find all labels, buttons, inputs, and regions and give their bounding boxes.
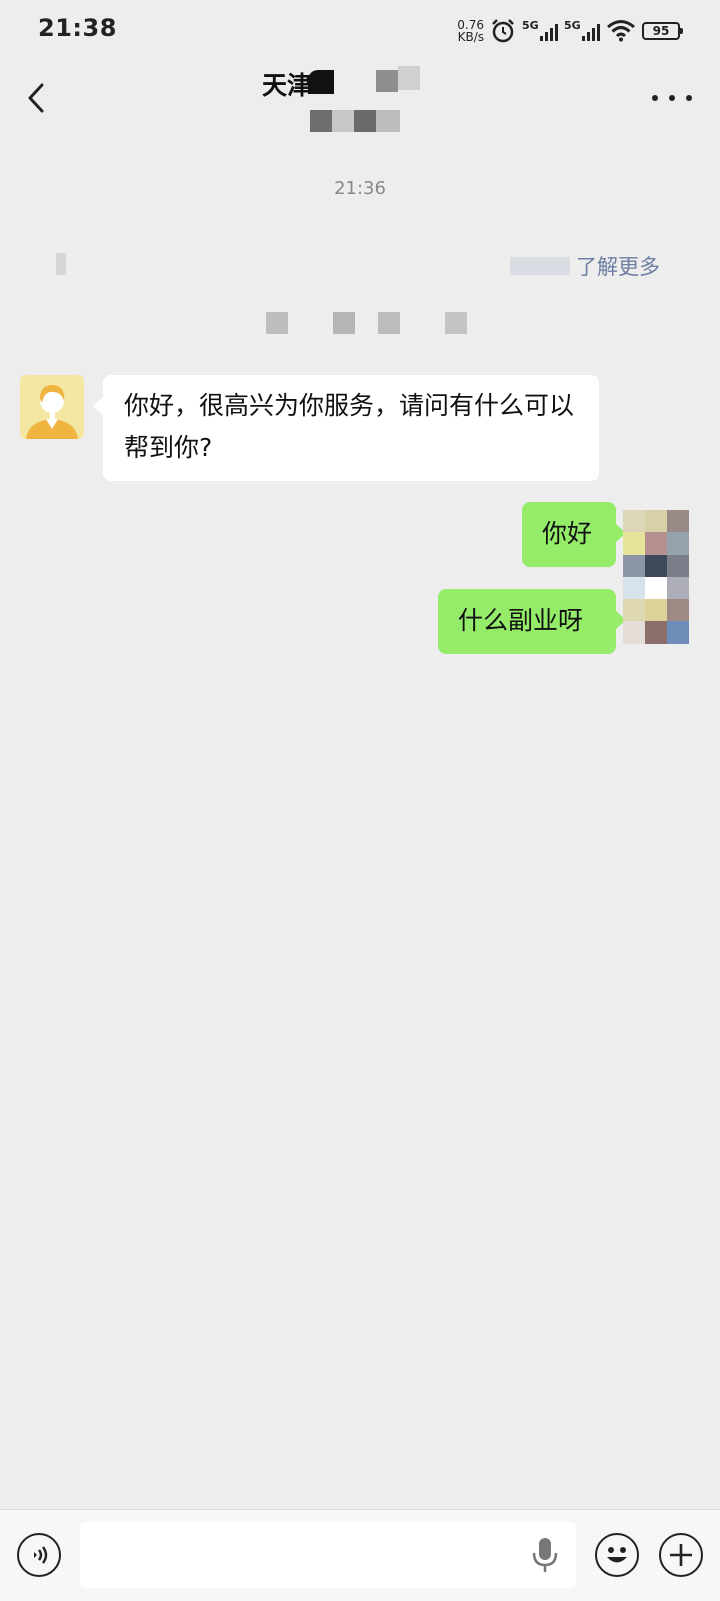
voice-button[interactable] — [17, 1533, 61, 1577]
status-time: 21:38 — [38, 14, 117, 42]
signal-label: 5G — [564, 19, 581, 32]
back-button[interactable] — [18, 78, 58, 118]
battery-icon: 95 — [642, 22, 683, 40]
more-actions-button[interactable] — [659, 1533, 703, 1577]
more-icon — [652, 95, 658, 101]
message-text: 什么副业呀 — [458, 606, 584, 635]
voice-icon — [34, 1546, 48, 1564]
redacted-subtitle-block — [310, 110, 332, 132]
battery-level: 95 — [652, 24, 670, 38]
network-speed-unit: KB/s — [457, 30, 484, 44]
incoming-message-bubble[interactable]: 你好，很高兴为你服务，请问有什么可以帮到你? — [93, 375, 599, 481]
chat-header: 天津 — [0, 62, 720, 140]
redacted-subtitle-block — [376, 110, 400, 132]
signal-label: 5G — [522, 19, 539, 32]
redacted-subtitle-block — [332, 110, 354, 132]
redacted-name-block — [376, 70, 398, 92]
outgoing-message-bubble[interactable]: 你好 — [522, 502, 626, 567]
alarm-icon — [492, 19, 514, 43]
more-button[interactable] — [652, 84, 692, 112]
redacted-name-block — [308, 70, 334, 94]
redacted-name-block — [398, 66, 420, 90]
system-notice: 了解更多 — [0, 245, 720, 285]
chat-title: 天津 — [262, 71, 313, 100]
emoji-icon — [607, 1547, 627, 1563]
redacted-notice-block — [378, 312, 400, 334]
redacted-notice-block — [266, 312, 288, 334]
message-text: 你好，很高兴为你服务，请问有什么可以帮到你? — [124, 391, 575, 462]
status-bar: 21:38 0.76 KB/s 5G 5G 95 — [0, 0, 720, 62]
redacted-notice-block — [333, 312, 355, 334]
contact-avatar[interactable] — [20, 375, 84, 439]
mic-icon[interactable] — [530, 1536, 560, 1574]
message-timestamp: 21:36 — [334, 178, 386, 199]
network-speed: 0.76 KB/s — [454, 19, 484, 43]
input-bar — [0, 1509, 720, 1601]
my-avatar[interactable] — [623, 510, 689, 644]
notice-fragment — [510, 257, 570, 275]
redacted-subtitle-block — [354, 110, 376, 132]
message-input[interactable] — [80, 1522, 576, 1588]
wifi-icon — [607, 20, 635, 42]
emoji-button[interactable] — [595, 1533, 639, 1577]
signal-icon: 5G — [522, 19, 558, 43]
outgoing-message-bubble[interactable]: 什么副业呀 — [438, 589, 626, 654]
status-icons: 0.76 KB/s 5G 5G 95 — [454, 14, 683, 48]
redacted-notice-block — [445, 312, 467, 334]
back-icon — [28, 83, 44, 113]
agent-avatar-icon — [20, 375, 84, 439]
signal-icon: 5G — [564, 19, 600, 43]
message-text: 你好 — [542, 519, 593, 548]
notice-fragment — [56, 253, 66, 275]
learn-more-link[interactable]: 了解更多 — [576, 251, 660, 281]
plus-icon — [670, 1544, 692, 1566]
